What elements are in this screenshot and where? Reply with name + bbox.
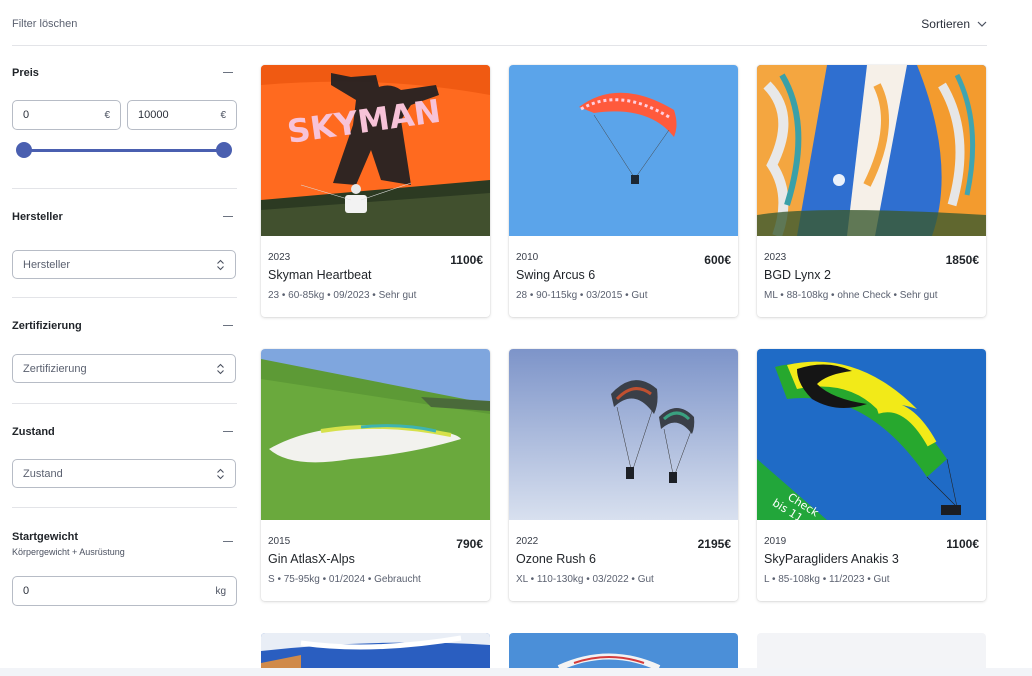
- listing-year: 2010: [516, 252, 539, 263]
- weight-unit: kg: [215, 585, 226, 597]
- filter-toolbar: Filter löschen Sortieren: [12, 0, 987, 46]
- listing-card-partial[interactable]: [509, 633, 738, 673]
- manufacturer-filter-section: Hersteller Hersteller: [12, 189, 237, 298]
- weight-filter-subtitle: Körpergewicht + Ausrüstung: [12, 547, 125, 557]
- listing-card[interactable]: 2015 790€ Gin AtlasX-Alps S • 75-95kg • …: [261, 349, 490, 601]
- listing-image: Checkbis 11: [757, 349, 986, 520]
- weight-filter-section: Startgewicht Körpergewicht + Ausrüstung …: [12, 508, 237, 618]
- listing-image: [261, 349, 490, 520]
- price-filter-title: Preis: [12, 67, 39, 79]
- listing-title: BGD Lynx 2: [764, 268, 831, 282]
- price-filter-section: Preis 0 € 10000 €: [12, 47, 237, 189]
- listing-card[interactable]: 2022 2195€ Ozone Rush 6 XL • 110-130kg •…: [509, 349, 738, 601]
- listing-title: Swing Arcus 6: [516, 268, 596, 282]
- paraglider-photo: [757, 65, 986, 236]
- listing-card[interactable]: Checkbis 11 2019 1100€ SkyParagliders An…: [757, 349, 986, 601]
- condition-select-placeholder: Zustand: [23, 467, 63, 480]
- price-max-input[interactable]: 10000 €: [127, 100, 237, 130]
- weight-value: 0: [23, 585, 30, 597]
- condition-filter-title: Zustand: [12, 426, 55, 438]
- listing-price: 2195€: [697, 537, 731, 551]
- listing-title: Ozone Rush 6: [516, 552, 596, 566]
- clear-filter-link[interactable]: Filter löschen: [12, 18, 77, 30]
- listing-price: 1100€: [946, 537, 979, 551]
- select-arrows-icon: [217, 259, 224, 270]
- manufacturer-filter-title: Hersteller: [12, 211, 63, 223]
- listing-image: [509, 349, 738, 520]
- paraglider-photo: [509, 65, 738, 236]
- listing-price: 1850€: [945, 253, 979, 267]
- certification-filter-title: Zertifizierung: [12, 320, 82, 332]
- euro-icon: €: [104, 109, 110, 121]
- collapse-certification-icon[interactable]: [223, 325, 233, 327]
- weight-input[interactable]: 0 kg: [12, 576, 237, 606]
- listing-specs: 28 • 90-115kg • 03/2015 • Gut: [516, 290, 648, 301]
- listing-title: SkyParagliders Anakis 3: [764, 552, 899, 566]
- paraglider-photo: [509, 349, 738, 520]
- collapse-manufacturer-icon[interactable]: [223, 216, 233, 218]
- filter-sidebar: Preis 0 € 10000 € Hersteller Hersteller …: [12, 47, 237, 618]
- listing-image: SKYMAN: [261, 65, 490, 236]
- price-max-handle[interactable]: [216, 142, 232, 158]
- euro-icon: €: [220, 109, 226, 121]
- sort-label: Sortieren: [921, 17, 970, 31]
- listing-price: 1100€: [450, 253, 483, 267]
- price-min-handle[interactable]: [16, 142, 32, 158]
- select-arrows-icon: [217, 363, 224, 374]
- chevron-down-icon: [977, 21, 987, 27]
- listing-title: Gin AtlasX-Alps: [268, 552, 355, 566]
- certification-filter-section: Zertifizierung Zertifizierung: [12, 298, 237, 404]
- certification-select-placeholder: Zertifizierung: [23, 362, 87, 375]
- listing-specs: S • 75-95kg • 01/2024 • Gebraucht: [268, 574, 421, 585]
- listing-card-placeholder: [757, 633, 986, 673]
- listing-price: 790€: [456, 537, 483, 551]
- price-min-input[interactable]: 0 €: [12, 100, 121, 130]
- paraglider-photo: SKYMAN: [261, 65, 490, 236]
- price-min-value: 0: [23, 109, 30, 121]
- manufacturer-select[interactable]: Hersteller: [12, 250, 236, 279]
- listing-year: 2022: [516, 536, 539, 547]
- listing-year: 2023: [764, 252, 787, 263]
- collapse-price-icon[interactable]: [223, 72, 233, 74]
- listing-card[interactable]: 2010 600€ Swing Arcus 6 28 • 90-115kg • …: [509, 65, 738, 317]
- manufacturer-select-placeholder: Hersteller: [23, 258, 71, 271]
- paraglider-photo: [261, 349, 490, 520]
- paraglider-photo: [261, 633, 490, 673]
- collapse-condition-icon[interactable]: [223, 431, 233, 433]
- paraglider-photo: [509, 633, 738, 673]
- weight-filter-title: Startgewicht: [12, 531, 79, 543]
- listing-title: Skyman Heartbeat: [268, 268, 372, 282]
- listing-year: 2019: [764, 536, 787, 547]
- listing-card[interactable]: 2023 1850€ BGD Lynx 2 ML • 88-108kg • oh…: [757, 65, 986, 317]
- listing-image: [509, 65, 738, 236]
- page-footer-strip: [0, 668, 1032, 676]
- weight-filter-heading: Startgewicht Körpergewicht + Ausrüstung: [12, 531, 125, 557]
- listing-specs: 23 • 60-85kg • 09/2023 • Sehr gut: [268, 290, 417, 301]
- certification-select[interactable]: Zertifizierung: [12, 354, 236, 383]
- price-max-value: 10000: [138, 109, 169, 121]
- paraglider-photo: Checkbis 11: [757, 349, 986, 520]
- condition-filter-section: Zustand Zustand: [12, 404, 237, 508]
- condition-select[interactable]: Zustand: [12, 459, 236, 488]
- sort-dropdown[interactable]: Sortieren: [921, 17, 987, 31]
- listing-specs: XL • 110-130kg • 03/2022 • Gut: [516, 574, 654, 585]
- listing-year: 2015: [268, 536, 291, 547]
- listing-price: 600€: [704, 253, 731, 267]
- listing-specs: ML • 88-108kg • ohne Check • Sehr gut: [764, 290, 938, 301]
- listing-year: 2023: [268, 252, 291, 263]
- listing-image: [757, 65, 986, 236]
- select-arrows-icon: [217, 468, 224, 479]
- listing-card[interactable]: SKYMAN 2023 1100€ Skyman Heartbeat 23 • …: [261, 65, 490, 317]
- price-range-track[interactable]: [23, 149, 225, 152]
- collapse-weight-icon[interactable]: [223, 541, 233, 543]
- listing-specs: L • 85-108kg • 11/2023 • Gut: [764, 574, 890, 585]
- listing-card-partial[interactable]: [261, 633, 490, 673]
